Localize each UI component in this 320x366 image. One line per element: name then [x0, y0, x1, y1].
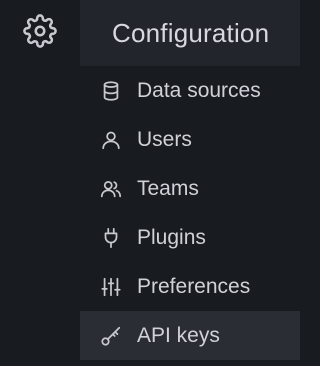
configuration-menu: Data sources Users Teams Plugins Prefere… — [80, 66, 300, 360]
menu-item-label: Users — [137, 127, 192, 151]
menu-item-teams[interactable]: Teams — [80, 164, 300, 213]
menu-item-data-sources[interactable]: Data sources — [80, 66, 300, 115]
menu-item-users[interactable]: Users — [80, 115, 300, 164]
menu-item-plugins[interactable]: Plugins — [80, 213, 300, 262]
users-icon — [100, 178, 122, 200]
dropdown-title: Configuration — [112, 17, 270, 48]
key-icon — [100, 325, 122, 347]
sliders-icon — [100, 276, 122, 298]
side-rail — [0, 0, 80, 366]
configuration-dropdown: Configuration Data sources Users Teams P… — [80, 0, 300, 366]
dropdown-header[interactable]: Configuration — [80, 0, 300, 66]
plug-icon — [100, 227, 122, 249]
gear-icon — [23, 13, 57, 53]
configuration-menu-screen: Configuration Data sources Users Teams P… — [0, 0, 300, 366]
menu-item-preferences[interactable]: Preferences — [80, 262, 300, 311]
menu-item-label: API keys — [137, 323, 220, 347]
menu-item-label: Plugins — [137, 225, 206, 249]
configuration-rail-button[interactable] — [0, 0, 80, 66]
menu-item-label: Teams — [137, 176, 199, 200]
user-icon — [100, 129, 122, 151]
menu-item-label: Preferences — [137, 274, 251, 298]
menu-item-api-keys[interactable]: API keys — [80, 311, 300, 360]
menu-item-label: Data sources — [137, 78, 261, 102]
database-icon — [100, 80, 122, 102]
